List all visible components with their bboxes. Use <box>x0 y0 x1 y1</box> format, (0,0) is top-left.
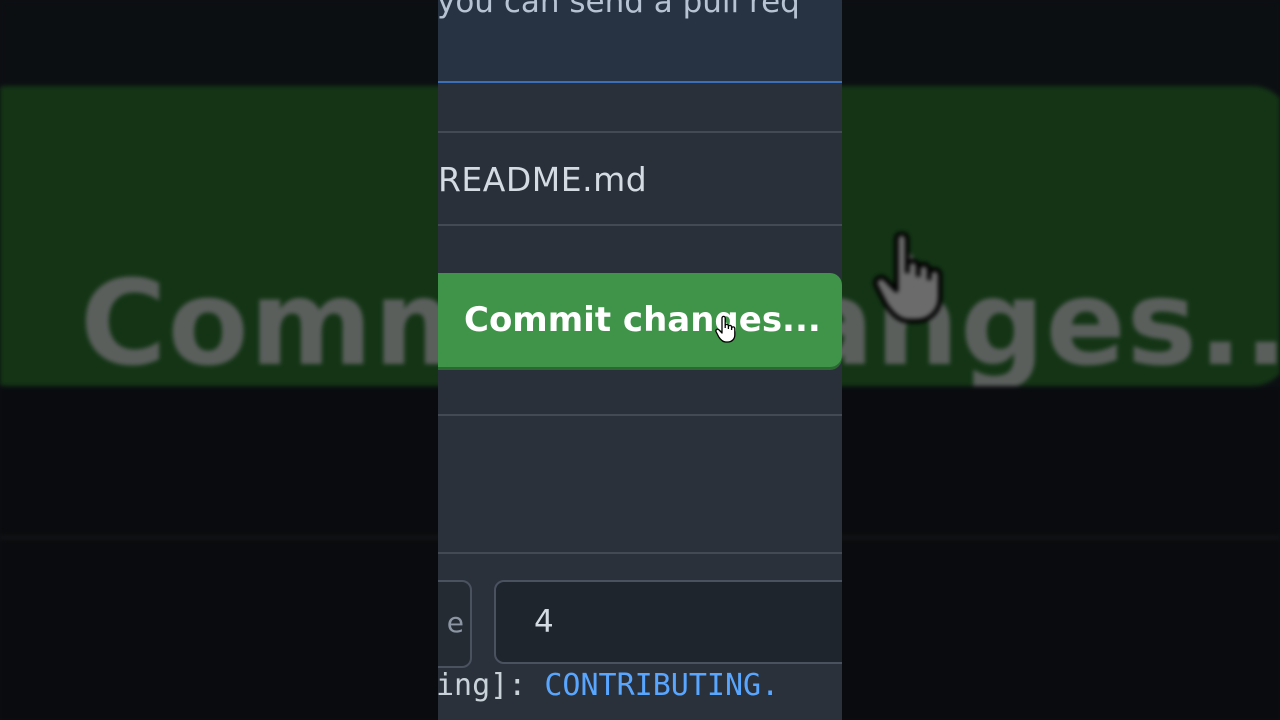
divider-top <box>438 131 842 133</box>
video-frame: Commit changes... you can send a pull re… <box>0 0 1280 720</box>
code-text: ing]: <box>438 668 545 703</box>
code-line: ing]: CONTRIBUTING. <box>438 668 779 703</box>
hand-pointer-icon <box>715 315 736 343</box>
background-hand-pointer-icon <box>873 232 943 324</box>
commit-changes-button[interactable]: Commit changes... <box>438 273 842 367</box>
code-link-text: CONTRIBUTING. <box>544 668 780 703</box>
divider-middle <box>438 224 842 226</box>
file-name: README.md <box>438 160 648 199</box>
fork-notice-bar: you can send a pull req <box>438 0 842 83</box>
indent-mode-select[interactable]: e <box>438 580 472 668</box>
divider-toolbar <box>438 552 842 554</box>
indent-size-field[interactable] <box>494 580 842 664</box>
editor-panel: you can send a pull req README.md Commit… <box>438 0 842 720</box>
indent-mode-label: e <box>446 606 464 639</box>
fork-notice-text: you can send a pull req <box>438 0 800 20</box>
divider-lower <box>438 414 842 416</box>
